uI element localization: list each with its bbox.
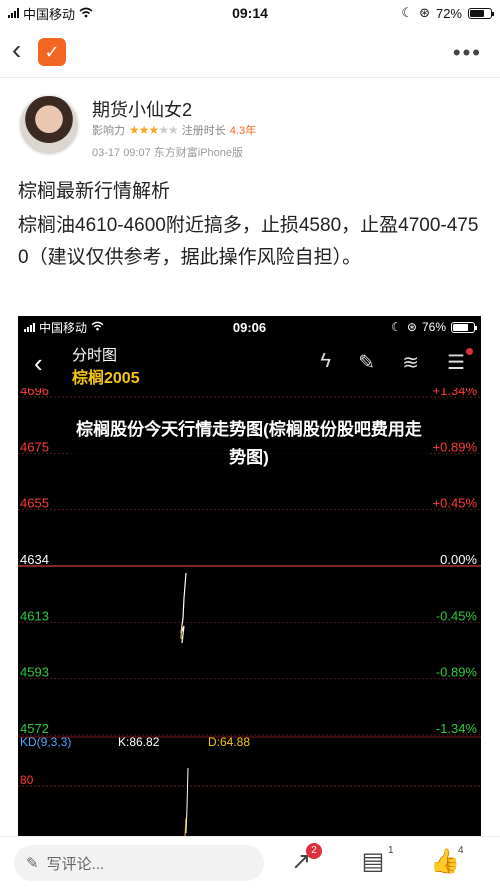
embedded-chart-image[interactable]: 中国移动 09:06 ☾ ⊛ 76% ‹ 分时图 棕榈2005 ϟ ✎ ≋ ☰ … <box>18 316 481 836</box>
embedded-back-icon: ‹ <box>34 348 43 378</box>
post-title: 棕榈最新行情解析 <box>18 181 171 202</box>
embedded-battery-icon <box>451 321 477 333</box>
avatar[interactable] <box>18 94 80 156</box>
more-dots-icon[interactable]: ••• <box>453 40 482 66</box>
comment-placeholder: 写评论... <box>46 855 105 873</box>
top-nav: ‹ ✓ ••• <box>0 26 500 78</box>
back-chevron-icon[interactable]: ‹ <box>12 36 32 64</box>
menu-list-icon: ☰ <box>447 352 465 374</box>
influence-label: 影响力 <box>92 125 125 137</box>
embedded-chart-header: ‹ 分时图 棕榈2005 ϟ ✎ ≋ ☰ <box>18 338 481 388</box>
pencil-icon: ✎ <box>26 855 39 872</box>
share-badge: 2 <box>306 843 322 859</box>
price-tick-label: 4634 <box>20 552 49 567</box>
battery-percent: 72% <box>435 5 462 21</box>
d-series-line <box>184 817 187 836</box>
k-value-label: K:86.82 <box>118 735 160 749</box>
pct-tick-label: 0.00% <box>440 552 477 567</box>
pct-tick-label: +0.45% <box>433 496 478 511</box>
embedded-header-title: 分时图 <box>72 347 118 364</box>
author-influence: 影响力 ★★★★★ 注册时长 4.3年 <box>92 122 256 138</box>
like-count: 4 <box>458 845 464 856</box>
pct-tick-label: +1.34% <box>433 388 478 398</box>
post-meta: 03-17 09:07 东方财富iPhone版 <box>92 147 244 159</box>
trend-tool-icon: ≋ <box>402 352 419 374</box>
registered-value: 4.3年 <box>229 125 257 137</box>
status-bar: 中国移动 09:14 ☾ ⊛ 72% <box>0 0 500 26</box>
embedded-battery-percent: 76% <box>421 320 446 334</box>
notification-dot <box>466 348 473 355</box>
author-name[interactable]: 期货小仙女2 <box>92 96 192 122</box>
price-tick-label: 4696 <box>20 388 49 398</box>
title-banner: 棕榈股份今天行情走势图(棕榈股份股吧费用走势图) <box>68 410 430 478</box>
rotation-lock-icon: ⊛ <box>419 5 430 20</box>
embedded-header-subtitle: 棕榈2005 <box>72 370 140 387</box>
rating-stars: ★★★★★ <box>129 123 179 137</box>
pen-icon: ✎ <box>358 352 375 374</box>
post-body: 棕榈油4610-4600附近搞多，止损4580，止盈4700-4750（建议仅供… <box>18 215 479 268</box>
lightning-icon: ϟ <box>320 350 331 372</box>
embedded-status-bar: 中国移动 09:06 ☾ ⊛ 76% <box>18 316 481 338</box>
status-right: ☾ ⊛ 72% <box>401 5 494 21</box>
comment-input[interactable]: ✎ 写评论... <box>14 845 264 881</box>
price-tick-label: 4675 <box>20 439 49 454</box>
pct-tick-label: -1.34% <box>436 721 478 736</box>
comment-icon[interactable]: ▤ <box>358 847 388 877</box>
d-value-label: D:64.88 <box>208 735 250 749</box>
price-tick-label: 4593 <box>20 665 49 680</box>
kd-level-label: 80 <box>20 773 34 787</box>
embedded-status-right: ☾ ⊛ 76% <box>391 320 477 334</box>
app-logo-icon[interactable]: ✓ <box>38 38 66 66</box>
comment-count: 1 <box>388 845 394 856</box>
like-icon[interactable]: 👍 <box>430 847 460 877</box>
pct-tick-label: +0.89% <box>433 439 478 454</box>
price-tick-label: 4655 <box>20 496 49 511</box>
pct-tick-label: -0.89% <box>436 665 478 680</box>
kd-label: KD(9,3,3) <box>20 735 71 749</box>
embedded-rotation-lock-icon: ⊛ <box>406 320 417 334</box>
embedded-moon-icon: ☾ <box>391 320 402 334</box>
bottom-bar: ✎ 写评论... ↗ 2 ▤ 1 👍 4 <box>0 836 500 889</box>
k-series-line <box>185 767 189 834</box>
price-tick-label: 4613 <box>20 608 49 623</box>
moon-icon: ☾ <box>401 5 414 20</box>
registered-label: 注册时长 <box>181 125 226 137</box>
price-tick-label: 4572 <box>20 721 49 736</box>
pct-tick-label: -0.45% <box>436 608 478 623</box>
battery-icon <box>468 7 494 19</box>
